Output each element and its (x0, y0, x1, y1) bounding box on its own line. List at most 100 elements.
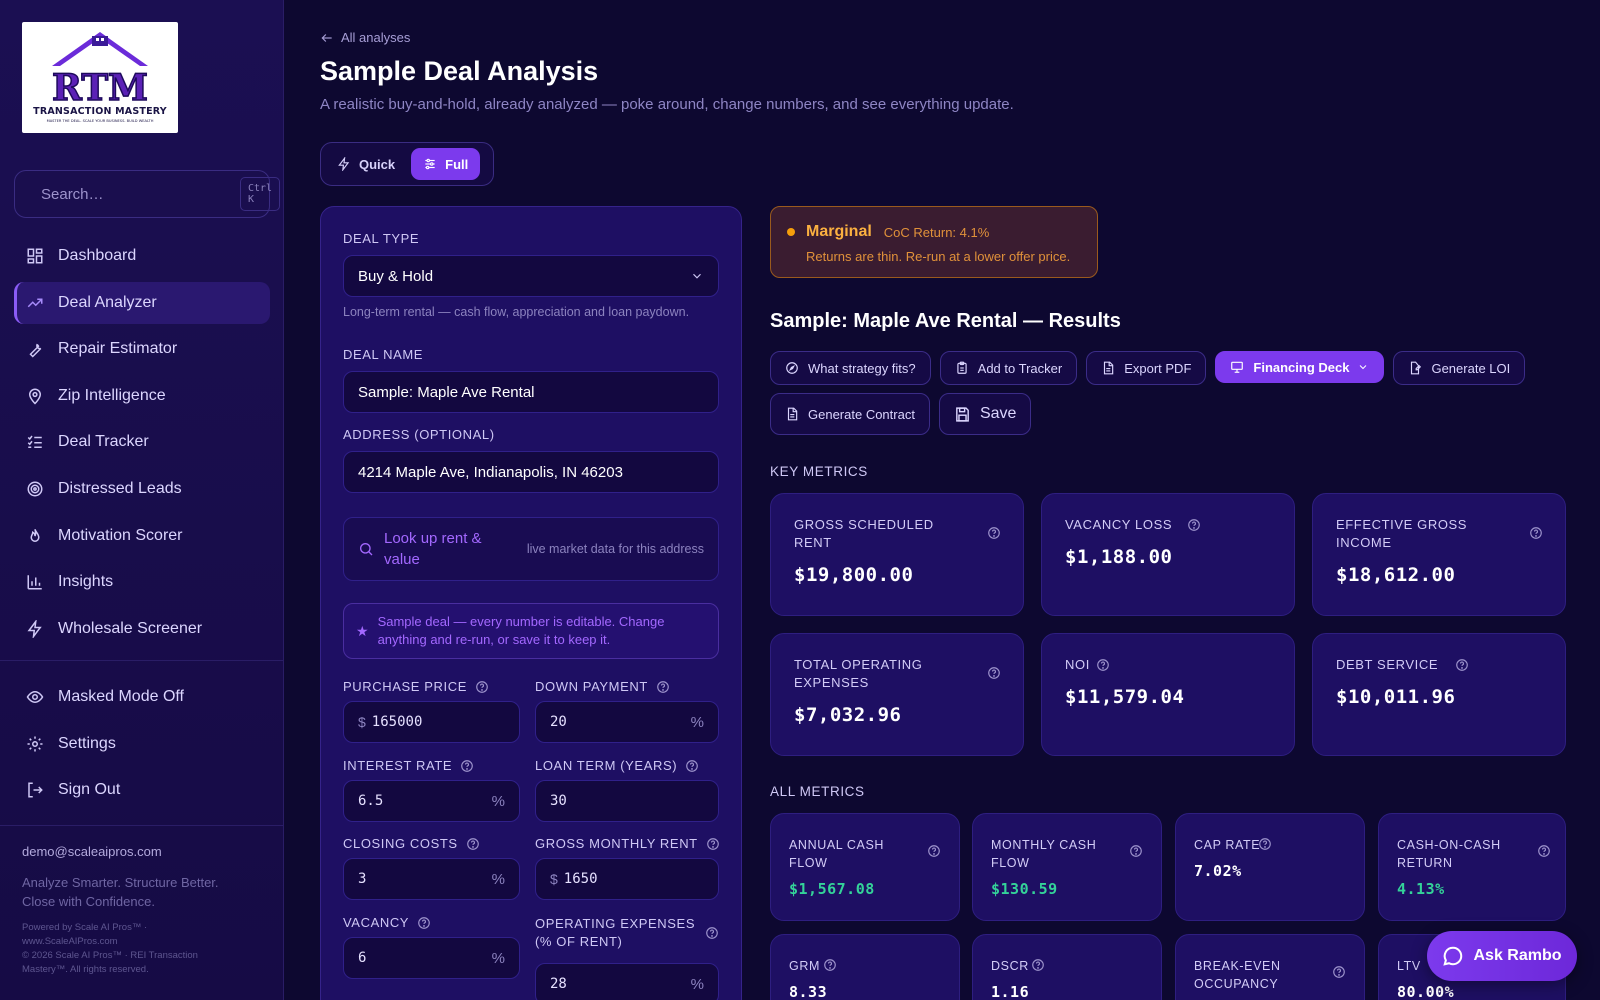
help-circle-icon[interactable] (987, 526, 1001, 540)
search-icon (360, 543, 373, 556)
sidebar-search[interactable]: Ctrl K (14, 170, 281, 218)
save-button[interactable]: Save (938, 393, 1032, 435)
deal-type-select[interactable]: Buy & Hold (343, 255, 719, 297)
sidebar-item-label: Wholesale Screener (58, 619, 203, 637)
metric-card-vacancy-loss: VACANCY LOSS $1,188.00 (1041, 493, 1295, 616)
sidebar-item-deal-tracker[interactable]: Deal Tracker (14, 421, 270, 463)
help-circle-icon[interactable] (1258, 837, 1272, 851)
generate-contract-button[interactable]: Generate Contract (770, 393, 930, 435)
metric-label: LTV (1397, 959, 1421, 973)
sidebar-item-settings[interactable]: Settings (14, 723, 270, 765)
legal-line-4: Mastery™. All rights reserved. (22, 964, 149, 975)
ask-rambo-label: Ask Rambo (1473, 947, 1562, 964)
help-circle-icon[interactable] (417, 916, 431, 930)
help-circle-icon[interactable] (1187, 518, 1201, 532)
file-text-icon (1104, 361, 1114, 375)
help-circle-icon[interactable] (460, 759, 474, 773)
interest-rate-input[interactable]: 6.5 % (343, 780, 520, 822)
sidebar-item-distressed-leads[interactable]: Distressed Leads (14, 468, 270, 510)
metric-card-grm: GRM 8.33 (770, 934, 960, 1000)
back-link[interactable]: All analyses (320, 30, 410, 45)
loan-term-label: LOAN TERM (YEARS) (535, 758, 699, 773)
closing-costs-input[interactable]: 3 % (343, 858, 520, 900)
notice-text: Sample deal — every number is editable. … (377, 614, 665, 647)
sidebar-item-motivation-scorer[interactable]: Motivation Scorer (14, 515, 270, 557)
sign-out-button[interactable]: Sign Out (14, 769, 270, 811)
sidebar-item-label: Sign Out (58, 781, 121, 799)
opex-label: OPERATING EXPENSES (% OF RENT) (535, 915, 719, 951)
help-circle-icon[interactable] (1031, 958, 1045, 972)
closing-costs-label: CLOSING COSTS (343, 836, 480, 851)
sidebar-item-wholesale-screener[interactable]: Wholesale Screener (14, 608, 270, 650)
help-circle-icon[interactable] (927, 844, 941, 858)
metric-card-break-even-occupancy: BREAK-EVEN OCCUPANCY (1175, 934, 1365, 1000)
export-pdf-button[interactable]: Export PDF (1086, 351, 1207, 385)
strategy-fit-button[interactable]: What strategy fits? (770, 351, 931, 385)
metric-card-effective-gross-income: EFFECTIVE GROSS INCOME $18,612.00 (1312, 493, 1566, 616)
loan-term-input[interactable]: 30 (535, 780, 719, 822)
help-circle-icon[interactable] (685, 759, 699, 773)
help-circle-icon[interactable] (1129, 844, 1143, 858)
purchase-price-label: PURCHASE PRICE (343, 679, 489, 694)
lookup-title: Look up rent & value (384, 530, 482, 568)
sidebar-divider (0, 825, 284, 826)
mode-quick-button[interactable]: Quick (325, 148, 407, 180)
sidebar-item-deal-analyzer[interactable]: Deal Analyzer (14, 281, 270, 324)
gross-rent-input[interactable]: $ 1650 (535, 858, 719, 900)
help-circle-icon[interactable] (705, 926, 719, 940)
help-circle-icon[interactable] (1096, 658, 1110, 672)
help-circle-icon[interactable] (1529, 526, 1543, 540)
address-input[interactable]: 4214 Maple Ave, Indianapolis, IN 46203 (343, 451, 719, 493)
financing-deck-button[interactable]: Financing Deck (1215, 351, 1385, 383)
sidebar-item-zip-intelligence[interactable]: Zip Intelligence (14, 375, 270, 417)
sidebar-item-label: Distressed Leads (58, 479, 182, 497)
deal-name-input[interactable]: Sample: Maple Ave Rental (343, 371, 719, 413)
export-pdf-label: Export PDF (1124, 360, 1192, 376)
chat-bubble-icon (1443, 946, 1463, 966)
deal-type-value: Buy & Hold (358, 267, 434, 285)
purchase-price-input[interactable]: $ 165000 (343, 701, 520, 743)
mode-full-button[interactable]: Full (411, 148, 481, 180)
metric-value: 4.13% (1397, 880, 1445, 898)
help-circle-icon[interactable] (1455, 658, 1469, 672)
down-payment-input[interactable]: 20 % (535, 701, 719, 743)
sidebar-item-repair-estimator[interactable]: Repair Estimator (14, 328, 270, 370)
sidebar-item-insights[interactable]: Insights (14, 561, 270, 603)
add-to-tracker-button[interactable]: Add to Tracker (939, 351, 1078, 385)
metric-card-gross-scheduled-rent: GROSS SCHEDULED RENT $19,800.00 (770, 493, 1024, 616)
address-value: 4214 Maple Ave, Indianapolis, IN 46203 (358, 463, 623, 481)
help-circle-icon[interactable] (1537, 844, 1551, 858)
help-circle-icon[interactable] (466, 837, 480, 851)
deal-name-label: DEAL NAME (343, 347, 424, 362)
chevron-down-icon (1360, 365, 1367, 370)
lookup-note: live market data for this address (526, 542, 704, 556)
search-input[interactable] (41, 185, 240, 203)
metric-value: $10,011.96 (1336, 686, 1456, 708)
closing-costs-value: 3 (358, 871, 367, 887)
help-circle-icon[interactable] (987, 666, 1001, 680)
masked-mode-toggle[interactable]: Masked Mode Off (14, 676, 270, 718)
help-circle-icon[interactable] (706, 837, 720, 851)
help-circle-icon[interactable] (1332, 965, 1346, 979)
results-title: Sample: Maple Ave Rental — Results (770, 310, 1121, 332)
back-link-label: All analyses (341, 30, 411, 45)
brand-logo[interactable]: RTM TRANSACTION MASTERY MASTER THE DEAL.… (22, 22, 178, 133)
help-circle-icon[interactable] (823, 958, 837, 972)
ask-rambo-button[interactable]: Ask Rambo (1427, 931, 1577, 981)
lookup-rent-value-button[interactable]: Look up rent & value live market data fo… (343, 517, 719, 581)
metric-card-annual-cash-flow: ANNUAL CASH FLOW $1,567.08 (770, 813, 960, 921)
financing-deck-label: Financing Deck (1253, 359, 1350, 375)
closing-costs-label-text: CLOSING COSTS (343, 836, 458, 851)
help-circle-icon[interactable] (475, 680, 489, 694)
generate-loi-button[interactable]: Generate LOI (1393, 351, 1526, 385)
interest-rate-label: INTEREST RATE (343, 758, 474, 773)
vacancy-input[interactable]: 6 % (343, 937, 520, 979)
trending-up-icon (27, 298, 43, 307)
address-label: ADDRESS (OPTIONAL) (343, 427, 495, 442)
key-metrics-heading: KEY METRICS (770, 464, 868, 479)
opex-input[interactable]: 28 % (535, 963, 719, 1000)
sidebar-item-dashboard[interactable]: Dashboard (14, 235, 270, 277)
sidebar-item-label: Zip Intelligence (58, 386, 166, 404)
metric-card-cash-on-cash-return: CASH-ON-CASH RETURN 4.13% (1378, 813, 1566, 921)
help-circle-icon[interactable] (656, 680, 670, 694)
